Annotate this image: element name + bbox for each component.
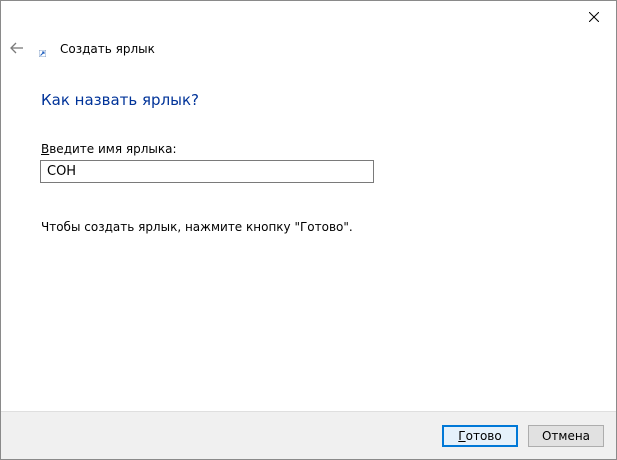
finish-button[interactable]: Готово [442, 425, 518, 447]
shortcut-name-label-accelerator: В [41, 142, 50, 156]
wizard-title: Создать ярлык [60, 42, 155, 56]
shortcut-icon [39, 50, 46, 57]
page-heading: Как назвать ярлык? [41, 91, 200, 109]
create-shortcut-dialog: Создать ярлык Как назвать ярлык? Введите… [0, 0, 617, 460]
shortcut-name-input[interactable] [40, 160, 374, 183]
finish-button-accelerator: Г [458, 429, 466, 443]
finish-instruction: Чтобы создать ярлык, нажмите кнопку "Гот… [41, 220, 353, 234]
dialog-footer: Готово Отмена [1, 411, 616, 459]
close-icon [589, 12, 599, 22]
close-button[interactable] [572, 1, 616, 33]
back-arrow-icon [10, 42, 23, 54]
shortcut-name-label: Введите имя ярлыка: [41, 142, 176, 156]
wizard-header: Создать ярлык [1, 31, 616, 67]
shortcut-name-label-text: ведите имя ярлыка: [49, 142, 177, 156]
back-button[interactable] [7, 39, 27, 57]
finish-button-label: отово [465, 429, 502, 443]
cancel-button[interactable]: Отмена [528, 425, 604, 447]
